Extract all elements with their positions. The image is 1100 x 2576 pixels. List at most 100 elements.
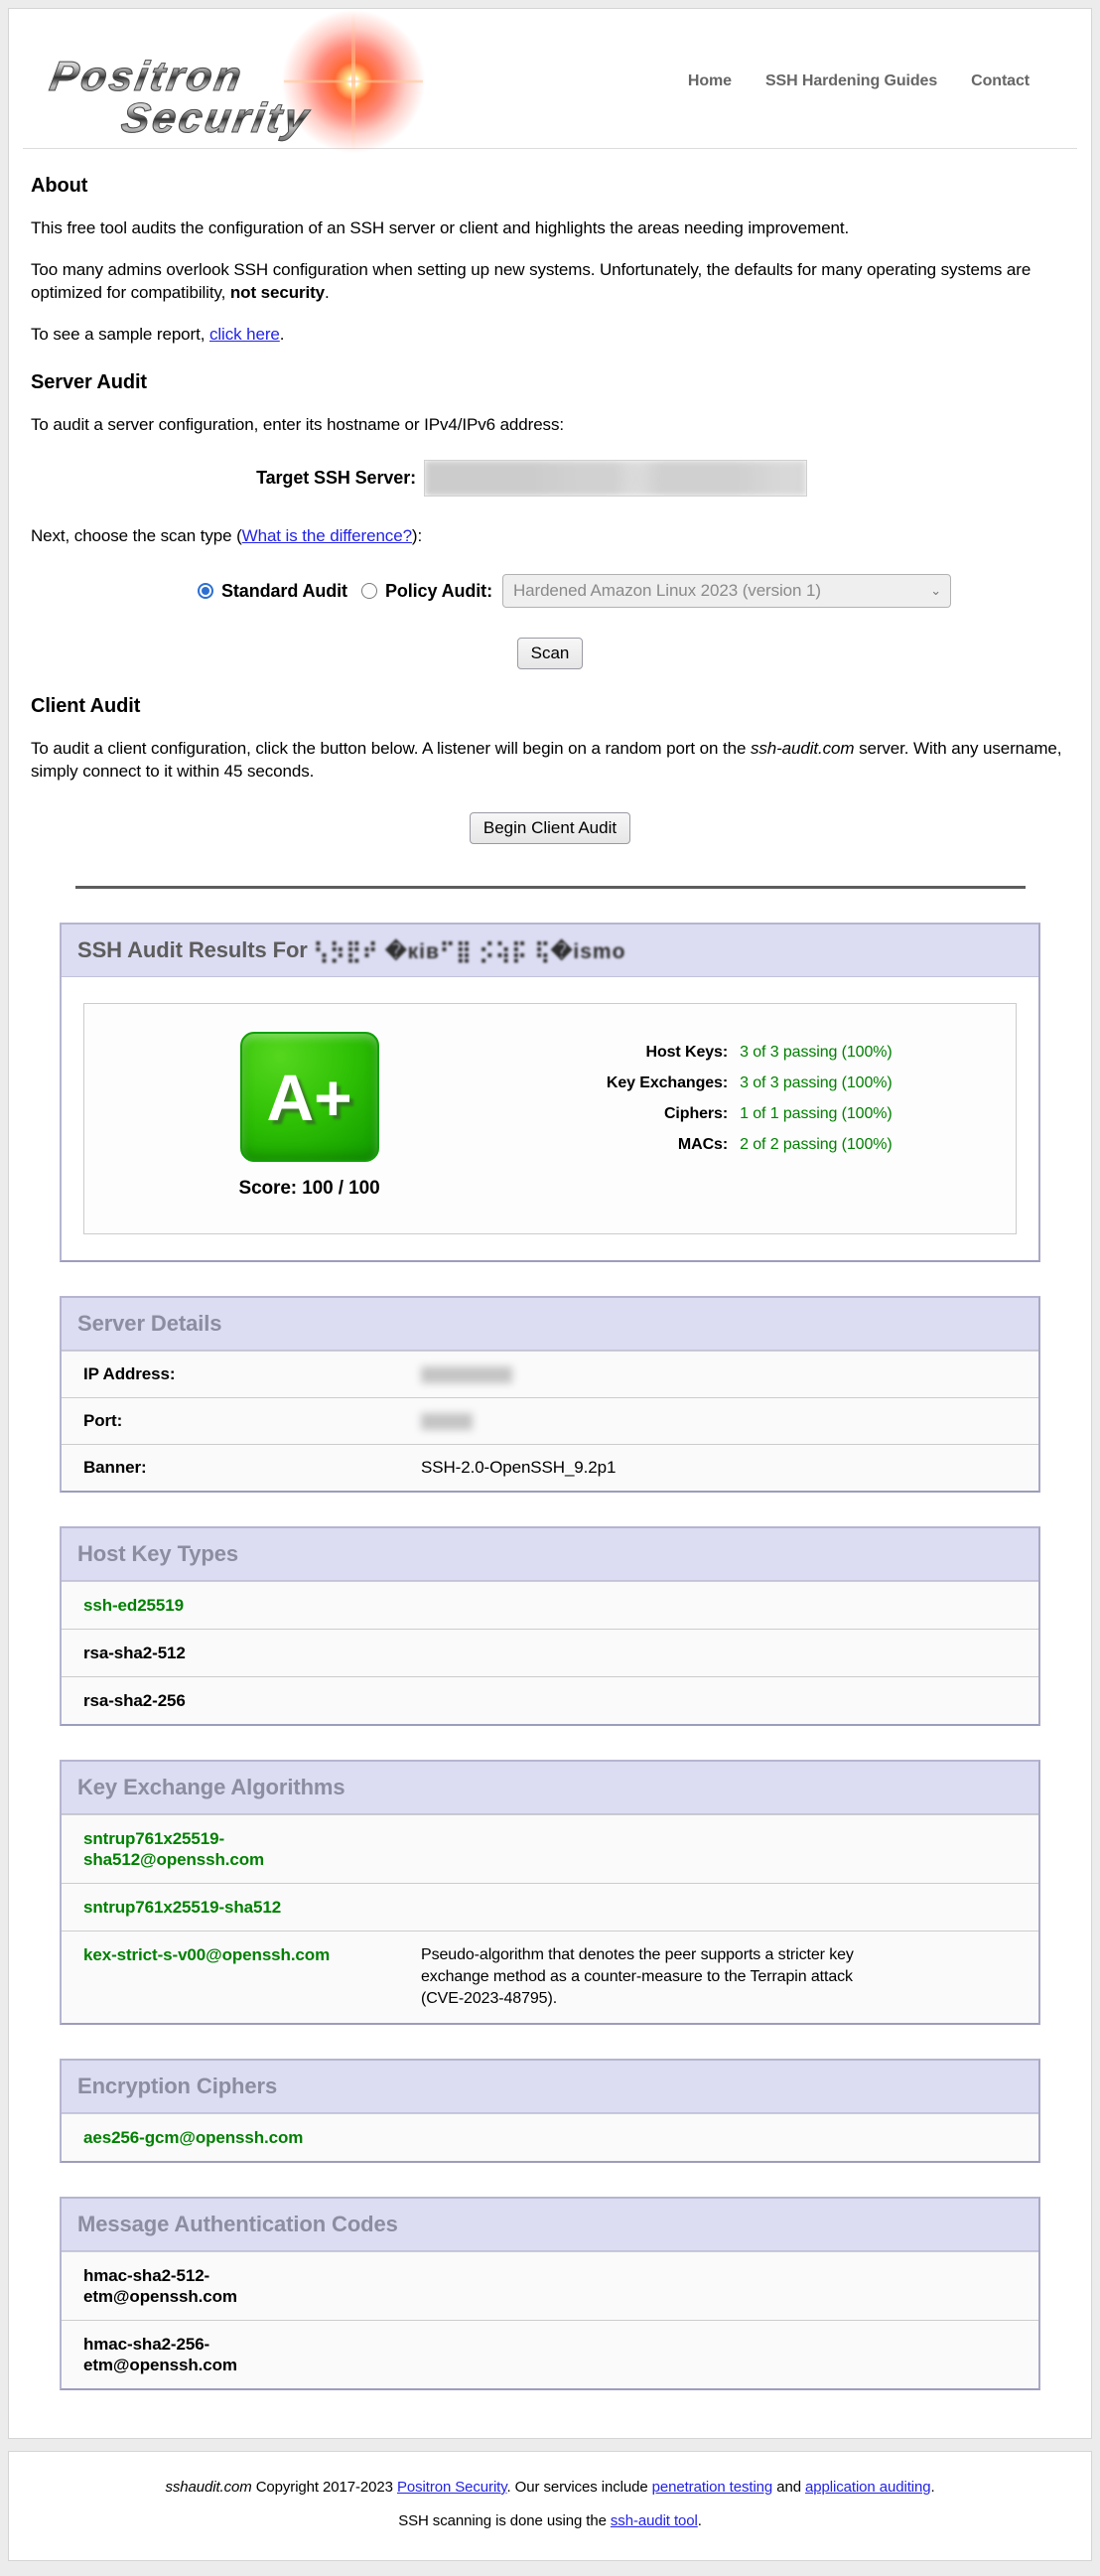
ssh-audit-results-panel: SSH Audit Results For ⢣⡳⣟⠞ �ків⠋⣿ ⡪⢵⡯ ⢯�… bbox=[60, 923, 1040, 1262]
mac-name: hmac-sha2-256- etm@openssh.com bbox=[83, 2334, 421, 2375]
grade-column: A+ Score: 100 / 100 bbox=[104, 1032, 514, 1200]
key-exchange-header: Key Exchange Algorithms bbox=[62, 1762, 1038, 1814]
scan-button-wrap: Scan bbox=[23, 638, 1077, 669]
begin-client-audit-wrap: Begin Client Audit bbox=[23, 812, 1077, 844]
server-details-panel: Server Details IP Address: Port: Banner:… bbox=[60, 1296, 1040, 1493]
results-inner-box: A+ Score: 100 / 100 Host Keys: 3 of 3 pa… bbox=[83, 1003, 1017, 1234]
positron-security-link[interactable]: Positron Security bbox=[397, 2479, 507, 2496]
kex-row: kex-strict-s-v00@openssh.comPseudo-algor… bbox=[62, 1931, 1038, 2023]
redacted-input-content bbox=[425, 461, 806, 496]
about-paragraph-1: This free tool audits the configuration … bbox=[31, 216, 1069, 239]
what-is-difference-link[interactable]: What is the difference? bbox=[242, 526, 412, 545]
kex-note bbox=[421, 1897, 895, 1918]
scan-type-text: Next, choose the scan type ( bbox=[31, 526, 242, 545]
macs-panel: Message Authentication Codes hmac-sha2-5… bbox=[60, 2197, 1040, 2390]
nav-home[interactable]: Home bbox=[688, 72, 732, 90]
standard-audit-label: Standard Audit bbox=[221, 581, 347, 602]
logo-text-line2: Security bbox=[118, 94, 315, 142]
key-exchanges-stat-label: Key Exchanges: bbox=[514, 1074, 728, 1092]
about-p2-text: Too many admins overlook SSH configurati… bbox=[31, 260, 1031, 302]
host-keys-stat-label: Host Keys: bbox=[514, 1044, 728, 1062]
top-nav: Home SSH Hardening Guides Contact bbox=[688, 72, 1077, 90]
target-ssh-server-input[interactable] bbox=[424, 460, 807, 497]
section-divider bbox=[75, 886, 1026, 889]
about-heading: About bbox=[31, 175, 1069, 198]
server-audit-heading: Server Audit bbox=[31, 371, 1069, 394]
policy-audit-label: Policy Audit: bbox=[385, 581, 492, 602]
footer-period: . bbox=[930, 2479, 934, 2496]
nav-ssh-hardening-guides[interactable]: SSH Hardening Guides bbox=[765, 72, 937, 90]
ssh-audit-tool-link[interactable]: ssh-audit tool bbox=[611, 2512, 698, 2529]
mac-name: hmac-sha2-512- etm@openssh.com bbox=[83, 2265, 421, 2307]
policy-audit-radio[interactable] bbox=[361, 583, 377, 599]
penetration-testing-link[interactable]: penetration testing bbox=[652, 2479, 773, 2496]
kex-name: sntrup761x25519-sha512 bbox=[83, 1897, 421, 1918]
ssh-audit-com-italic: ssh-audit.com bbox=[751, 739, 855, 758]
begin-client-audit-button[interactable]: Begin Client Audit bbox=[470, 812, 630, 844]
host-key-row: ssh-ed25519 bbox=[62, 1581, 1038, 1629]
grade-letter: A+ bbox=[267, 1065, 352, 1130]
footer-scanning-text: SSH scanning is done using the bbox=[398, 2512, 611, 2529]
encryption-ciphers-panel: Encryption Ciphers aes256-gcm@openssh.co… bbox=[60, 2059, 1040, 2163]
kex-note: Pseudo-algorithm that denotes the peer s… bbox=[421, 1944, 895, 2010]
scan-button[interactable]: Scan bbox=[517, 638, 584, 669]
kex-note bbox=[421, 1828, 895, 1870]
mac-row: hmac-sha2-512- etm@openssh.com bbox=[62, 2251, 1038, 2320]
port-row: Port: bbox=[62, 1397, 1038, 1444]
site-header: Positron Security Home SSH Hardening Gui… bbox=[23, 19, 1077, 149]
ciphers-stat-value: 1 of 1 passing (100%) bbox=[740, 1105, 996, 1123]
host-key-row: rsa-sha2-512 bbox=[62, 1629, 1038, 1676]
logo-text-line1: Positron bbox=[47, 53, 248, 100]
ip-address-row: IP Address: bbox=[62, 1351, 1038, 1397]
redacted-ip-value bbox=[421, 1366, 512, 1383]
about-p2-period: . bbox=[325, 283, 330, 302]
target-server-label: Target SSH Server: bbox=[23, 468, 416, 489]
policy-select[interactable]: Hardened Amazon Linux 2023 (version 1) ⌄ bbox=[502, 574, 951, 608]
key-exchange-panel: Key Exchange Algorithms sntrup761x25519-… bbox=[60, 1760, 1040, 2025]
sample-report-period: . bbox=[280, 325, 285, 344]
redacted-port-value bbox=[421, 1413, 473, 1430]
cipher-name: aes256-gcm@openssh.com bbox=[83, 2127, 421, 2148]
kex-name: kex-strict-s-v00@openssh.com bbox=[83, 1944, 421, 2010]
port-value bbox=[421, 1411, 1023, 1431]
positron-security-logo: Positron Security bbox=[23, 19, 460, 140]
application-auditing-link[interactable]: application auditing bbox=[805, 2479, 930, 2496]
ciphers-stat-label: Ciphers: bbox=[514, 1105, 728, 1123]
banner-value: SSH-2.0-OpenSSH_9.2p1 bbox=[421, 1458, 1023, 1478]
kex-row: sntrup761x25519- sha512@openssh.com bbox=[62, 1814, 1038, 1883]
client-audit-heading: Client Audit bbox=[31, 695, 1069, 718]
footer-line2: SSH scanning is done using the ssh-audit… bbox=[29, 2512, 1071, 2529]
score-text: Score: 100 / 100 bbox=[239, 1178, 380, 1200]
banner-label: Banner: bbox=[83, 1458, 421, 1478]
results-title-prefix: SSH Audit Results For bbox=[77, 937, 314, 962]
about-paragraph-2: Too many admins overlook SSH configurati… bbox=[31, 258, 1069, 304]
client-audit-paragraph: To audit a client configuration, click t… bbox=[31, 737, 1069, 783]
target-server-row: Target SSH Server: bbox=[23, 460, 1077, 497]
sample-report-link[interactable]: click here bbox=[209, 325, 280, 344]
main-content-box: Positron Security Home SSH Hardening Gui… bbox=[8, 8, 1092, 2439]
about-paragraph-3: To see a sample report, click here. bbox=[31, 323, 1069, 346]
scan-type-options-row: Standard Audit Policy Audit: Hardened Am… bbox=[198, 574, 1077, 608]
macs-stat-label: MACs: bbox=[514, 1136, 728, 1154]
footer-copyright-text: Copyright 2017-2023 bbox=[252, 2479, 397, 2496]
kex-name: sntrup761x25519- sha512@openssh.com bbox=[83, 1828, 421, 1870]
policy-select-value: Hardened Amazon Linux 2023 (version 1) bbox=[513, 581, 821, 600]
server-audit-intro: To audit a server configuration, enter i… bbox=[31, 413, 1069, 436]
mac-row: hmac-sha2-256- etm@openssh.com bbox=[62, 2320, 1038, 2388]
standard-audit-radio[interactable] bbox=[198, 583, 213, 599]
host-key-name: ssh-ed25519 bbox=[83, 1595, 421, 1616]
grade-badge: A+ bbox=[240, 1032, 379, 1162]
footer-line1: sshaudit.com Copyright 2017-2023 Positro… bbox=[29, 2479, 1071, 2496]
nav-contact[interactable]: Contact bbox=[971, 72, 1030, 90]
kex-row: sntrup761x25519-sha512 bbox=[62, 1883, 1038, 1931]
host-key-types-header: Host Key Types bbox=[62, 1528, 1038, 1581]
footer-sshaudit: sshaudit.com bbox=[165, 2479, 251, 2496]
macs-stat-value: 2 of 2 passing (100%) bbox=[740, 1136, 996, 1154]
host-key-name: rsa-sha2-256 bbox=[83, 1690, 421, 1711]
scan-type-text-end: ): bbox=[412, 526, 422, 545]
macs-header: Message Authentication Codes bbox=[62, 2199, 1038, 2251]
host-keys-stat-value: 3 of 3 passing (100%) bbox=[740, 1044, 996, 1062]
key-exchanges-stat-value: 3 of 3 passing (100%) bbox=[740, 1074, 996, 1092]
server-details-header: Server Details bbox=[62, 1298, 1038, 1351]
scan-type-paragraph: Next, choose the scan type (What is the … bbox=[31, 526, 1069, 546]
